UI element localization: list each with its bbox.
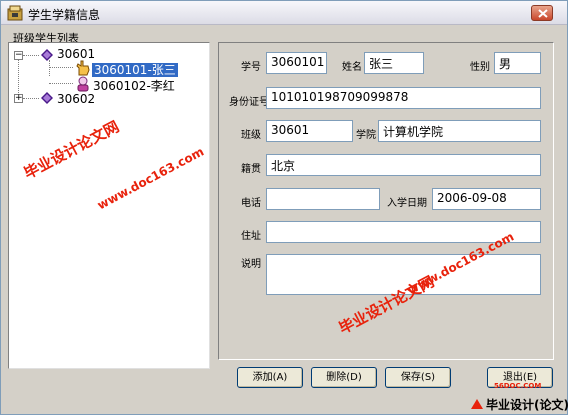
diamond-icon xyxy=(41,92,53,104)
save-button[interactable]: 保存(S) xyxy=(385,367,451,388)
enroll-date-field[interactable]: 2006-09-08 xyxy=(432,188,541,210)
app-icon xyxy=(7,5,23,21)
enroll-date-label: 入学日期 xyxy=(387,198,427,209)
class-field[interactable]: 30601 xyxy=(266,120,353,142)
class-label: 班级 xyxy=(241,130,261,141)
class-student-tree[interactable]: − 30601 3060101-张三 3060102-李红 + 30602 xyxy=(8,42,210,369)
hand-pointer-icon xyxy=(76,60,90,76)
title-bar[interactable]: 学生学籍信息 xyxy=(1,1,567,25)
phone-label: 电话 xyxy=(241,198,261,209)
native-place-label: 籍贯 xyxy=(241,164,261,175)
notes-label: 说明 xyxy=(241,259,261,270)
native-place-field[interactable]: 北京 xyxy=(266,154,541,176)
student-info-window: 学生学籍信息 班级学生列表 − 30601 3060101-张三 3060102… xyxy=(0,0,568,415)
phone-field[interactable] xyxy=(266,188,380,210)
address-label: 住址 xyxy=(241,231,261,242)
student-label: 3060101-张三 xyxy=(92,63,178,77)
college-field[interactable]: 计算机学院 xyxy=(378,120,541,142)
add-button[interactable]: 添加(A) xyxy=(237,367,303,388)
close-icon xyxy=(538,9,548,18)
close-button[interactable] xyxy=(531,5,553,21)
tree-node-student-selected[interactable]: 3060101-张三 xyxy=(92,61,178,78)
id-card-field[interactable]: 101010198709099878 xyxy=(266,87,541,109)
tree-node-class-30602[interactable]: 30602 xyxy=(57,92,95,106)
collapse-toggle[interactable]: − xyxy=(14,51,23,60)
tree-node-class-30601[interactable]: 30601 xyxy=(57,47,95,61)
watermark-logo-text: 毕业设计(论文)网 xyxy=(486,398,568,412)
student-icon xyxy=(77,76,89,92)
tree-connector xyxy=(49,83,73,84)
tree-connector xyxy=(23,55,39,56)
logo-icon xyxy=(471,399,483,409)
address-field[interactable] xyxy=(266,221,541,243)
name-label: 姓名 xyxy=(342,62,362,73)
diamond-icon xyxy=(41,49,53,61)
tree-connector xyxy=(49,67,73,68)
college-label: 学院 xyxy=(356,130,376,141)
tree-connector xyxy=(23,98,39,99)
notes-field[interactable] xyxy=(266,254,541,295)
watermark-logo-small: 56DOC.COM xyxy=(494,382,542,390)
name-field[interactable]: 张三 xyxy=(364,52,424,74)
delete-button[interactable]: 删除(D) xyxy=(311,367,377,388)
tree-node-student[interactable]: 3060102-李红 xyxy=(93,77,175,94)
student-id-label: 学号 xyxy=(241,62,261,73)
student-id-field[interactable]: 3060101 xyxy=(266,52,327,74)
window-title: 学生学籍信息 xyxy=(28,8,101,22)
gender-field[interactable]: 男 xyxy=(494,52,541,74)
tree-connector xyxy=(49,60,50,76)
gender-label: 性别 xyxy=(470,62,490,73)
expand-toggle[interactable]: + xyxy=(14,94,23,103)
id-card-label: 身份证号 xyxy=(229,97,269,108)
